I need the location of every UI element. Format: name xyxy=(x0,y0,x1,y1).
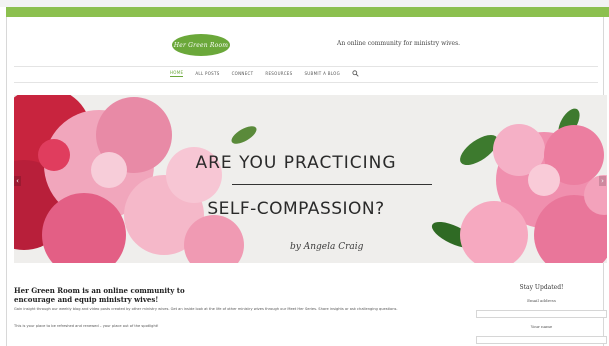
signup-title: Stay Updated! xyxy=(519,284,564,291)
banner-headline-line2: SELF-COMPASSION? xyxy=(207,199,385,219)
name-label: Your name xyxy=(530,324,553,329)
browser-edge xyxy=(0,0,609,7)
nav-item-submit-a-blog[interactable]: SUBMIT A BLOG xyxy=(304,71,340,76)
main-nav: HOME ALL POSTS CONNECT RESOURCES SUBMIT … xyxy=(170,70,359,77)
nav-item-home[interactable]: HOME xyxy=(170,70,184,77)
nav-item-connect[interactable]: CONNECT xyxy=(232,71,254,76)
intro-paragraph: Gain insight through our weekly blog and… xyxy=(14,307,398,311)
intro-heading: Her Green Room is an online community to… xyxy=(14,286,185,304)
banner-headline-line1: ARE YOU PRACTICING xyxy=(195,153,397,173)
name-field[interactable] xyxy=(476,336,607,344)
chevron-right-icon[interactable]: › xyxy=(599,176,606,186)
intro-note: This is your place to be refreshed and r… xyxy=(14,324,159,328)
peony-flowers-image xyxy=(14,95,607,263)
nav-item-resources[interactable]: RESOURCES xyxy=(265,71,292,76)
nav-item-all-posts[interactable]: ALL POSTS xyxy=(195,71,219,76)
chevron-left-icon[interactable]: ‹ xyxy=(14,176,21,186)
banner-divider xyxy=(232,184,432,185)
nav-divider-top xyxy=(14,66,598,67)
email-label: Email address xyxy=(527,298,556,303)
banner-byline: by Angela Craig xyxy=(290,242,364,252)
search-icon[interactable] xyxy=(352,70,359,77)
nav-divider-bottom xyxy=(14,82,598,83)
top-accent-bar xyxy=(6,7,609,17)
email-field[interactable] xyxy=(476,310,607,318)
logo-text: Her Green Room xyxy=(173,41,229,49)
site-tagline: An online community for ministry wives. xyxy=(337,40,461,47)
hero-banner[interactable]: ARE YOU PRACTICING SELF-COMPASSION? by A… xyxy=(14,95,607,263)
site-logo[interactable]: Her Green Room xyxy=(172,34,230,56)
